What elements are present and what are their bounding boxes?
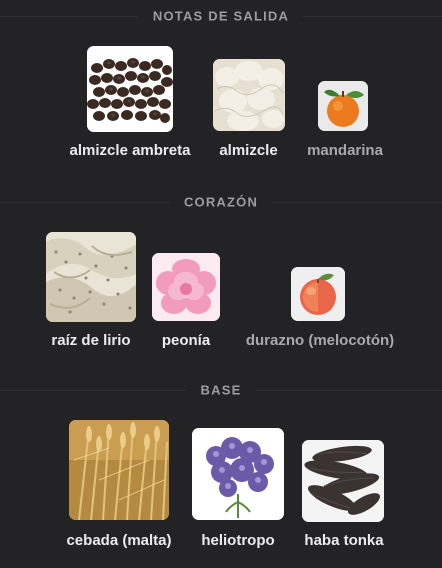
note-peonia[interactable]: peonía [140, 228, 232, 358]
orris-root-icon [46, 232, 136, 322]
mandarin-icon [318, 81, 368, 131]
note-mandarina[interactable]: mandarina [290, 42, 400, 172]
note-label: cebada (malta) [66, 532, 172, 549]
heliotrope-icon [192, 428, 284, 520]
musk-fur-icon [213, 59, 285, 131]
note-label: mandarina [307, 142, 383, 159]
section-title-top-notes: NOTAS DE SALIDA [138, 8, 304, 24]
peach-icon [291, 267, 345, 321]
note-label: durazno (melocotón) [245, 332, 395, 349]
note-haba-tonka[interactable]: haba tonka [290, 418, 398, 558]
peony-icon [152, 253, 220, 321]
tonka-bean-icon [302, 440, 384, 522]
section-header-top-notes: NOTAS DE SALIDA [0, 0, 442, 32]
note-label: almizcle [219, 142, 278, 159]
note-almizcle-ambreta[interactable]: almizcle ambreta [55, 42, 205, 172]
note-raiz-de-lirio[interactable]: raíz de lirio [36, 228, 146, 358]
section-header-base-notes: BASE [0, 374, 442, 406]
note-label: peonía [161, 332, 211, 349]
note-label: almizcle ambreta [69, 142, 191, 159]
note-label: raíz de lirio [51, 332, 131, 349]
ambrette-seeds-icon [87, 46, 173, 132]
section-title-base-notes: BASE [186, 382, 256, 398]
note-durazno[interactable]: durazno (melocotón) [230, 228, 410, 358]
section-title-heart-notes: CORAZÓN [169, 194, 273, 210]
note-cebada[interactable]: cebada (malta) [50, 418, 188, 558]
note-label: heliotropo [201, 532, 275, 549]
note-almizcle[interactable]: almizcle [196, 42, 301, 172]
note-label: haba tonka [304, 532, 384, 549]
section-header-heart-notes: CORAZÓN [0, 186, 442, 218]
barley-icon [69, 420, 169, 520]
note-heliotropo[interactable]: heliotropo [182, 418, 294, 558]
